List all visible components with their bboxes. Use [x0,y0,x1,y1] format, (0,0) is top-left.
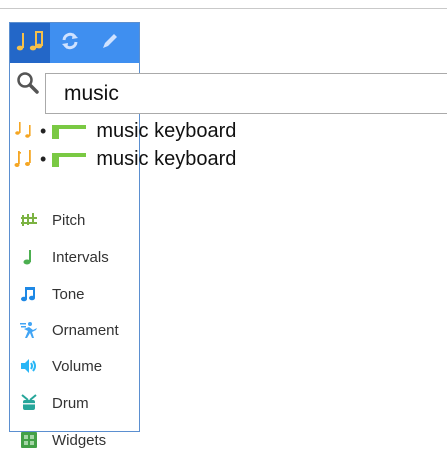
note-icon [14,119,38,143]
search-result-item[interactable]: • music keyboard [14,146,294,172]
search-result-item[interactable]: • music keyboard [14,118,294,144]
category-label: Intervals [52,248,109,266]
tab-music[interactable] [10,23,50,63]
refresh-icon [60,31,80,56]
note-icon [14,147,38,171]
category-label: Volume [52,357,103,375]
category-volume[interactable]: Volume [20,351,102,381]
pen-icon [100,31,120,56]
tab-pen[interactable] [90,23,130,63]
ornament-icon [20,321,38,339]
category-intervals[interactable]: Intervals [20,242,109,272]
drum-icon [20,394,38,412]
category-drum[interactable]: Drum [20,388,89,418]
music-notes-icon [15,28,45,59]
result-label: music keyboard [96,119,237,142]
category-widgets[interactable]: Widgets [20,425,106,455]
top-divider [0,8,447,9]
tab-rhythm[interactable] [50,23,90,63]
category-label: Ornament [52,321,119,339]
result-label: music keyboard [96,147,237,170]
category-label: Tone [52,285,85,303]
volume-icon [20,357,38,375]
search-icon [16,71,40,95]
category-label: Pitch [52,211,86,229]
category-label: Widgets [52,431,107,449]
widgets-icon [20,431,38,449]
category-label: Drum [52,394,89,412]
block-icon [52,122,88,140]
palette-tabs [10,23,139,63]
bullet: • [40,148,47,169]
category-pitch[interactable]: Pitch [20,205,85,235]
bullet: • [40,120,47,141]
category-ornament[interactable]: Ornament [20,315,119,345]
search-query: music [64,81,119,105]
tone-icon [20,285,38,303]
intervals-icon [20,248,38,266]
category-tone[interactable]: Tone [20,279,85,309]
block-icon [52,150,88,168]
pitch-icon [20,211,38,229]
search-input[interactable]: music [45,73,447,114]
